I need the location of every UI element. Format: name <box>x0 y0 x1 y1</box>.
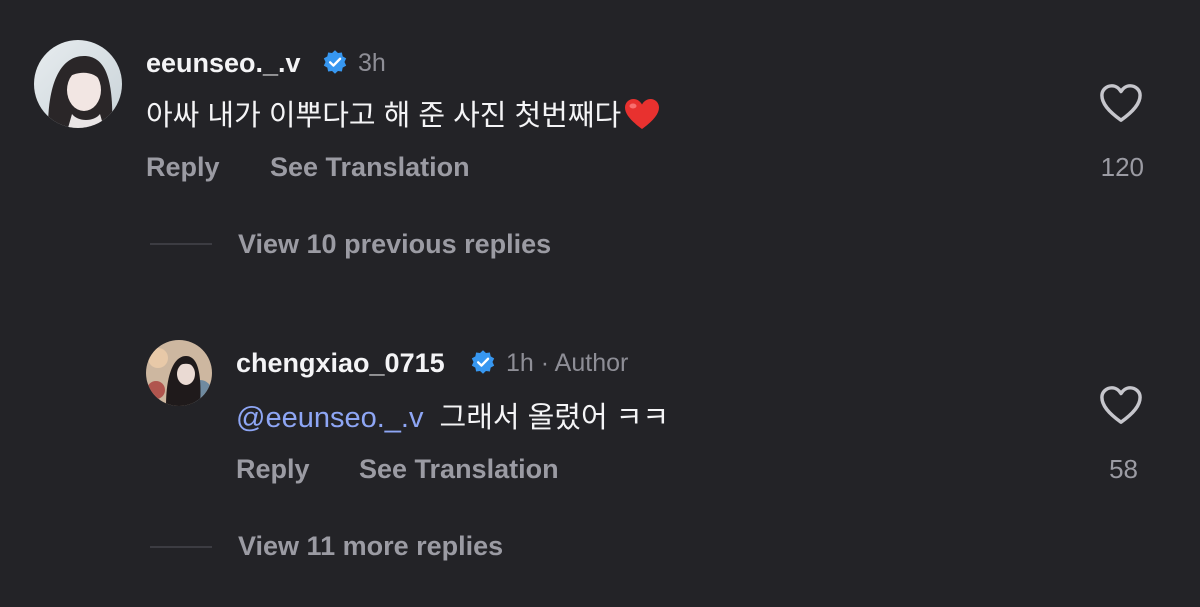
thread-line <box>150 546 212 548</box>
reply-meta: 1h · Author <box>506 349 628 378</box>
avatar[interactable] <box>34 40 122 128</box>
reply-like-count: 58 <box>1109 454 1138 484</box>
comment-username[interactable]: eeunseo._.v <box>146 48 301 79</box>
comment-see-translation-button[interactable]: See Translation <box>270 152 470 183</box>
author-badge: Author <box>554 349 629 377</box>
reply-avatar-image <box>146 340 212 406</box>
comment-timestamp: 3h <box>358 49 386 77</box>
reply-timestamp: 1h <box>506 349 534 377</box>
reply-text: @eeunseo._.v 그래서 올렸어 ㅋㅋ <box>236 394 669 436</box>
red-heart-emoji-icon <box>625 99 660 129</box>
comment-text: 아싸 내가 이뿌다고 해 준 사진 첫번째다 <box>146 92 661 134</box>
avatar-image <box>34 40 122 128</box>
reply-see-translation-button[interactable]: See Translation <box>359 454 559 485</box>
view-previous-replies-button[interactable]: View 10 previous replies <box>238 229 551 260</box>
verified-badge-icon <box>471 350 495 374</box>
reply-mention-link[interactable]: @eeunseo._.v <box>236 402 423 434</box>
reply-reply-button[interactable]: Reply <box>236 454 310 485</box>
reply-username[interactable]: chengxiao_0715 <box>236 348 445 379</box>
comment-like-count: 120 <box>1100 152 1144 182</box>
thread-line <box>150 243 212 245</box>
reply-text-content: 그래서 올렸어 ㅋㅋ <box>439 402 670 434</box>
verified-badge-icon <box>323 50 347 74</box>
view-more-replies-button[interactable]: View 11 more replies <box>238 531 503 562</box>
reply-like-heart-icon[interactable] <box>1098 384 1144 426</box>
comment-text-content: 아싸 내가 이뿌다고 해 준 사진 첫번째다 <box>146 100 622 132</box>
meta-separator: · <box>540 349 550 377</box>
reply-avatar[interactable] <box>146 340 212 406</box>
comment-reply-button[interactable]: Reply <box>146 152 220 183</box>
comment-like-heart-icon[interactable] <box>1098 82 1144 124</box>
